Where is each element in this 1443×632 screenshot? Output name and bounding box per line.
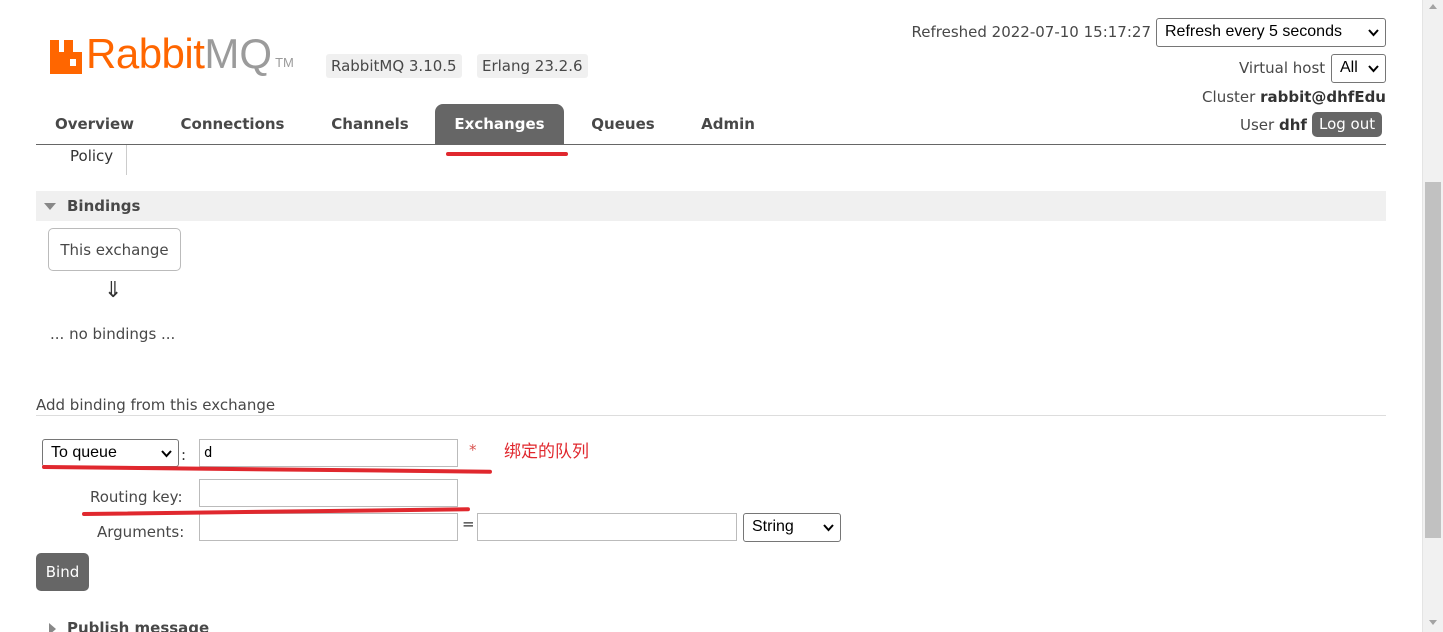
refresh-interval-select[interactable]: Refresh every 5 seconds bbox=[1156, 18, 1386, 47]
rabbit-logo-icon bbox=[50, 40, 82, 74]
scroll-up-arrow-icon[interactable] bbox=[1429, 4, 1437, 9]
tab-channels[interactable]: Channels bbox=[312, 104, 428, 144]
required-marker: * bbox=[469, 441, 477, 459]
publish-message-section-header[interactable]: Publish message bbox=[36, 618, 1386, 632]
scrollbar-thumb[interactable] bbox=[1425, 182, 1441, 538]
tab-overview[interactable]: Overview bbox=[36, 104, 153, 144]
virtual-host-value: All bbox=[1340, 59, 1358, 76]
rabbitmq-logo[interactable]: Rabbit MQ TM bbox=[50, 30, 294, 77]
vertical-scrollbar[interactable] bbox=[1422, 0, 1443, 632]
bindings-section-header[interactable]: Bindings bbox=[36, 191, 1386, 221]
argument-type-value: String bbox=[752, 518, 794, 535]
tab-connections[interactable]: Connections bbox=[164, 104, 301, 144]
collapse-triangle-icon bbox=[44, 203, 56, 210]
argument-key-input[interactable] bbox=[199, 513, 458, 541]
argument-equals-sign: = bbox=[462, 515, 475, 533]
routing-key-label: Routing key: bbox=[90, 488, 183, 506]
publish-message-title: Publish message bbox=[67, 619, 210, 632]
subtab-policy[interactable]: Policy bbox=[70, 147, 113, 165]
bind-button[interactable]: Bind bbox=[36, 553, 89, 591]
tab-exchanges[interactable]: Exchanges bbox=[435, 104, 564, 144]
logo-text-mq: MQ bbox=[204, 30, 273, 77]
refreshed-timestamp: Refreshed 2022-07-10 15:17:27 bbox=[911, 23, 1151, 41]
chevron-down-icon bbox=[161, 450, 172, 458]
tab-admin[interactable]: Admin bbox=[683, 104, 773, 144]
destination-queue-input[interactable]: d bbox=[199, 439, 458, 467]
chevron-down-icon bbox=[1368, 65, 1379, 73]
refresh-interval-value: Refresh every 5 seconds bbox=[1165, 23, 1342, 40]
virtual-host-label: Virtual host bbox=[1239, 59, 1326, 77]
destination-type-value: To queue bbox=[51, 444, 117, 461]
add-binding-heading: Add binding from this exchange bbox=[36, 396, 276, 414]
trademark-mark: TM bbox=[275, 55, 294, 70]
argument-type-select[interactable]: String bbox=[743, 513, 841, 542]
chevron-down-icon bbox=[1368, 29, 1379, 37]
chevron-down-icon bbox=[823, 524, 834, 532]
tab-queues[interactable]: Queues bbox=[575, 104, 671, 144]
destination-colon: : bbox=[181, 446, 187, 464]
erlang-version-badge: Erlang 23.2.6 bbox=[477, 54, 588, 78]
destination-type-select[interactable]: To queue bbox=[42, 439, 179, 467]
bindings-title: Bindings bbox=[67, 197, 141, 215]
argument-value-input[interactable] bbox=[477, 513, 737, 541]
virtual-host-select[interactable]: All bbox=[1331, 54, 1386, 83]
annotation-underline-exchanges bbox=[446, 152, 568, 156]
arguments-label: Arguments: bbox=[97, 523, 185, 541]
expand-triangle-icon bbox=[49, 623, 56, 632]
scroll-down-arrow-icon[interactable] bbox=[1429, 620, 1437, 625]
down-arrow-icon: ⇓ bbox=[104, 278, 123, 303]
no-bindings-text: ... no bindings ... bbox=[50, 325, 176, 343]
this-exchange-box: This exchange bbox=[48, 228, 181, 271]
logo-text-rabbit: Rabbit bbox=[86, 30, 205, 77]
annotation-bound-queue: 绑定的队列 bbox=[504, 442, 589, 462]
subnav: Policy bbox=[36, 145, 127, 175]
page: Rabbit MQ TM RabbitMQ 3.10.5 Erlang 23.2… bbox=[0, 0, 1422, 632]
section-divider bbox=[36, 415, 1386, 416]
main-nav-tabs: Overview Connections Channels Exchanges … bbox=[36, 104, 1386, 145]
rabbitmq-version-badge: RabbitMQ 3.10.5 bbox=[326, 54, 462, 78]
routing-key-input[interactable] bbox=[199, 479, 458, 507]
